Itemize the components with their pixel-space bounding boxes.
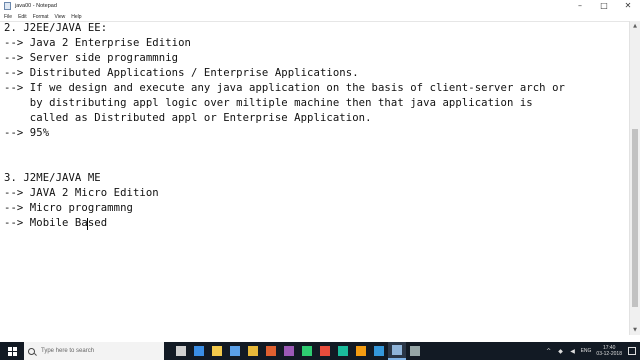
scroll-down-icon[interactable]: ▼ bbox=[630, 325, 640, 335]
file-explorer-icon bbox=[212, 346, 222, 356]
window-title: java00 - Notepad bbox=[15, 3, 57, 9]
task-view-icon bbox=[176, 346, 186, 356]
scrollbar-thumb[interactable] bbox=[632, 129, 638, 307]
menu-file[interactable]: File bbox=[4, 14, 12, 20]
notepad-app-icon bbox=[4, 2, 11, 10]
app-icon-3 bbox=[320, 346, 330, 356]
menu-format[interactable]: Format bbox=[33, 14, 49, 20]
clock-date: 03-12-2018 bbox=[596, 351, 622, 357]
taskbar-pinned-apps bbox=[172, 342, 424, 360]
search-placeholder: Type here to search bbox=[41, 348, 95, 354]
app-icon-5 bbox=[356, 346, 366, 356]
text-line: 3. J2ME/JAVA ME bbox=[4, 172, 101, 184]
text-line: --> Mobile Based bbox=[4, 217, 108, 229]
volume-icon[interactable]: ◀ bbox=[569, 347, 577, 355]
app-icon-4 bbox=[338, 346, 348, 356]
start-button[interactable] bbox=[0, 342, 24, 360]
app-icon-7-taskbar-button[interactable] bbox=[406, 342, 424, 360]
text-line: --> If we design and execute any java ap… bbox=[4, 82, 565, 94]
app-icon-2 bbox=[302, 346, 312, 356]
text-line: called as Distributed appl or Enterprise… bbox=[4, 112, 372, 124]
text-line: --> 95% bbox=[4, 127, 50, 139]
app-icon-3-taskbar-button[interactable] bbox=[316, 342, 334, 360]
app-icon-6 bbox=[374, 346, 384, 356]
vertical-scrollbar[interactable]: ▲ ▼ bbox=[629, 21, 640, 335]
text-line: --> Micro programmng bbox=[4, 202, 133, 214]
maximize-button[interactable]: □ bbox=[592, 0, 616, 12]
notepad-taskbar-button[interactable] bbox=[388, 342, 406, 360]
store-taskbar-button[interactable] bbox=[226, 342, 244, 360]
app-icon-1 bbox=[284, 346, 294, 356]
edge-taskbar-button[interactable] bbox=[190, 342, 208, 360]
menu-edit[interactable]: Edit bbox=[18, 14, 27, 20]
taskbar-search-box[interactable]: Type here to search bbox=[24, 342, 164, 360]
text-line: --> JAVA 2 Micro Edition bbox=[4, 187, 159, 199]
media-taskbar-button[interactable] bbox=[262, 342, 280, 360]
notification-icon[interactable] bbox=[628, 347, 636, 355]
close-button[interactable]: ✕ bbox=[616, 0, 640, 12]
text-line: --> Java 2 Enterprise Edition bbox=[4, 37, 191, 49]
window-controls: – □ ✕ bbox=[568, 0, 640, 12]
scroll-up-icon[interactable]: ▲ bbox=[630, 21, 640, 31]
app-icon-5-taskbar-button[interactable] bbox=[352, 342, 370, 360]
text-editor-area[interactable]: 2. J2EE/JAVA EE: --> Java 2 Enterprise E… bbox=[0, 21, 629, 335]
text-line: --> Distributed Applications / Enterpris… bbox=[4, 67, 359, 79]
chrome-icon bbox=[248, 346, 258, 356]
menu-bar: File Edit Format View Help bbox=[0, 12, 640, 21]
app-icon-7 bbox=[410, 346, 420, 356]
edge-icon bbox=[194, 346, 204, 356]
chrome-taskbar-button[interactable] bbox=[244, 342, 262, 360]
minimize-button[interactable]: – bbox=[568, 0, 592, 12]
store-icon bbox=[230, 346, 240, 356]
text-line: 2. J2EE/JAVA EE: bbox=[4, 22, 108, 34]
language-indicator[interactable]: ENG bbox=[581, 348, 592, 354]
system-tray: ^ ◆ ◀ ENG 17:40 03-12-2018 bbox=[545, 342, 636, 360]
app-icon-2-taskbar-button[interactable] bbox=[298, 342, 316, 360]
media-icon bbox=[266, 346, 276, 356]
file-explorer-taskbar-button[interactable] bbox=[208, 342, 226, 360]
title-bar: java00 - Notepad – □ ✕ bbox=[0, 0, 640, 12]
chevron-up-icon[interactable]: ^ bbox=[545, 347, 553, 355]
app-icon-6-taskbar-button[interactable] bbox=[370, 342, 388, 360]
network-icon[interactable]: ◆ bbox=[557, 347, 565, 355]
clock[interactable]: 17:40 03-12-2018 bbox=[596, 345, 622, 357]
task-view-taskbar-button[interactable] bbox=[172, 342, 190, 360]
text-line: by distributing appl logic over miltiple… bbox=[4, 97, 533, 109]
notepad-icon bbox=[392, 345, 402, 355]
taskbar: Type here to search ^ ◆ ◀ ENG 17:40 03-1… bbox=[0, 342, 640, 360]
text-caret bbox=[87, 218, 88, 230]
app-icon-1-taskbar-button[interactable] bbox=[280, 342, 298, 360]
windows-logo-icon bbox=[7, 346, 17, 356]
menu-help[interactable]: Help bbox=[71, 14, 81, 20]
menu-view[interactable]: View bbox=[55, 14, 66, 20]
text-line: --> Server side programmnig bbox=[4, 52, 179, 64]
app-icon-4-taskbar-button[interactable] bbox=[334, 342, 352, 360]
search-icon bbox=[28, 347, 35, 355]
